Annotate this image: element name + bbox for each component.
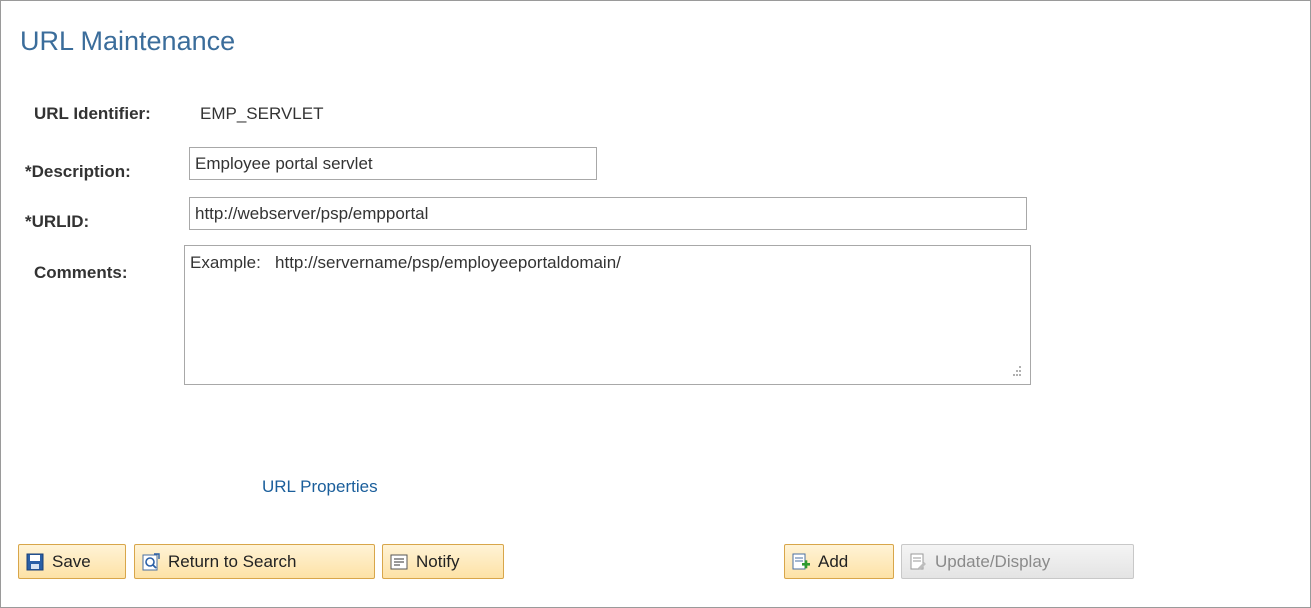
add-button-label: Add	[818, 551, 849, 571]
notify-icon	[390, 554, 408, 569]
description-label: *Description:	[25, 162, 131, 181]
save-button[interactable]: Save	[18, 544, 126, 579]
save-icon	[26, 553, 44, 570]
url-identifier-label: URL Identifier:	[34, 104, 151, 123]
update-display-button[interactable]: Update/Display	[901, 544, 1134, 579]
urlid-field[interactable]	[189, 197, 1027, 230]
page-title: URL Maintenance	[20, 26, 236, 56]
url-properties-link[interactable]: URL Properties	[262, 477, 378, 497]
resize-grip-icon[interactable]	[1010, 365, 1022, 377]
url-identifier-value: EMP_SERVLET	[200, 104, 324, 123]
notify-button[interactable]: Notify	[382, 544, 504, 579]
description-field[interactable]	[189, 147, 597, 180]
return-to-search-label: Return to Search	[168, 551, 297, 571]
save-button-label: Save	[52, 551, 91, 571]
comments-textarea[interactable]: Example: http://servername/psp/employeep…	[184, 245, 1031, 385]
search-return-icon	[142, 552, 160, 570]
notify-button-label: Notify	[416, 551, 460, 571]
add-icon	[792, 553, 810, 569]
return-to-search-button[interactable]: Return to Search	[134, 544, 375, 579]
add-button[interactable]: Add	[784, 544, 894, 579]
update-display-label: Update/Display	[935, 551, 1051, 571]
update-display-icon	[910, 553, 926, 570]
urlid-label: *URLID:	[25, 212, 90, 231]
comments-label: Comments:	[34, 263, 128, 282]
